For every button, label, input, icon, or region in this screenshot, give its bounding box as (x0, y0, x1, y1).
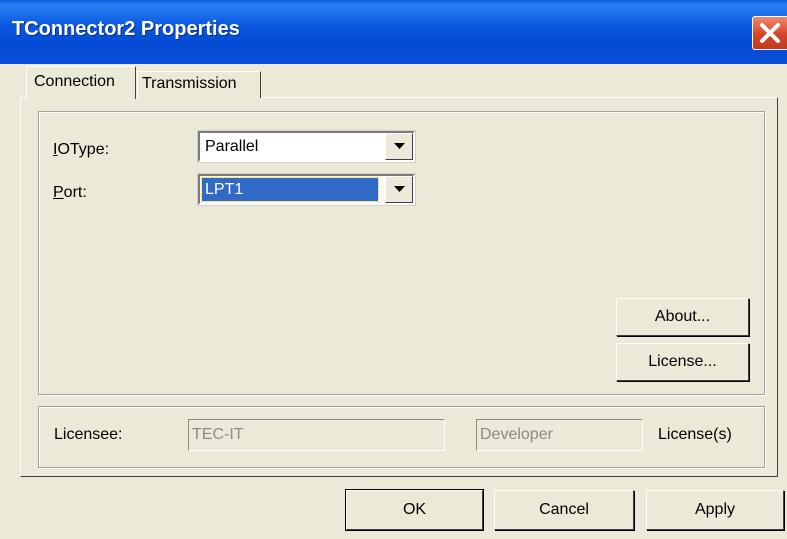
ok-button[interactable]: OK (345, 489, 484, 531)
tab-panel-connection (20, 97, 778, 477)
tab-transmission[interactable]: Transmission (137, 71, 261, 98)
ok-button-label: OK (402, 501, 427, 518)
apply-button[interactable]: Apply (646, 490, 784, 530)
tab-transmission-label: Transmission (142, 75, 237, 92)
tab-connection-label: Connection (34, 73, 115, 90)
close-button[interactable] (752, 16, 787, 50)
cancel-button-label: Cancel (539, 501, 589, 518)
title-bar[interactable]: TConnector2 Properties (0, 0, 787, 64)
window-title: TConnector2 Properties (12, 18, 240, 40)
apply-button-label: Apply (694, 501, 736, 518)
tab-connection[interactable]: Connection (26, 66, 136, 99)
cancel-button[interactable]: Cancel (494, 490, 634, 530)
